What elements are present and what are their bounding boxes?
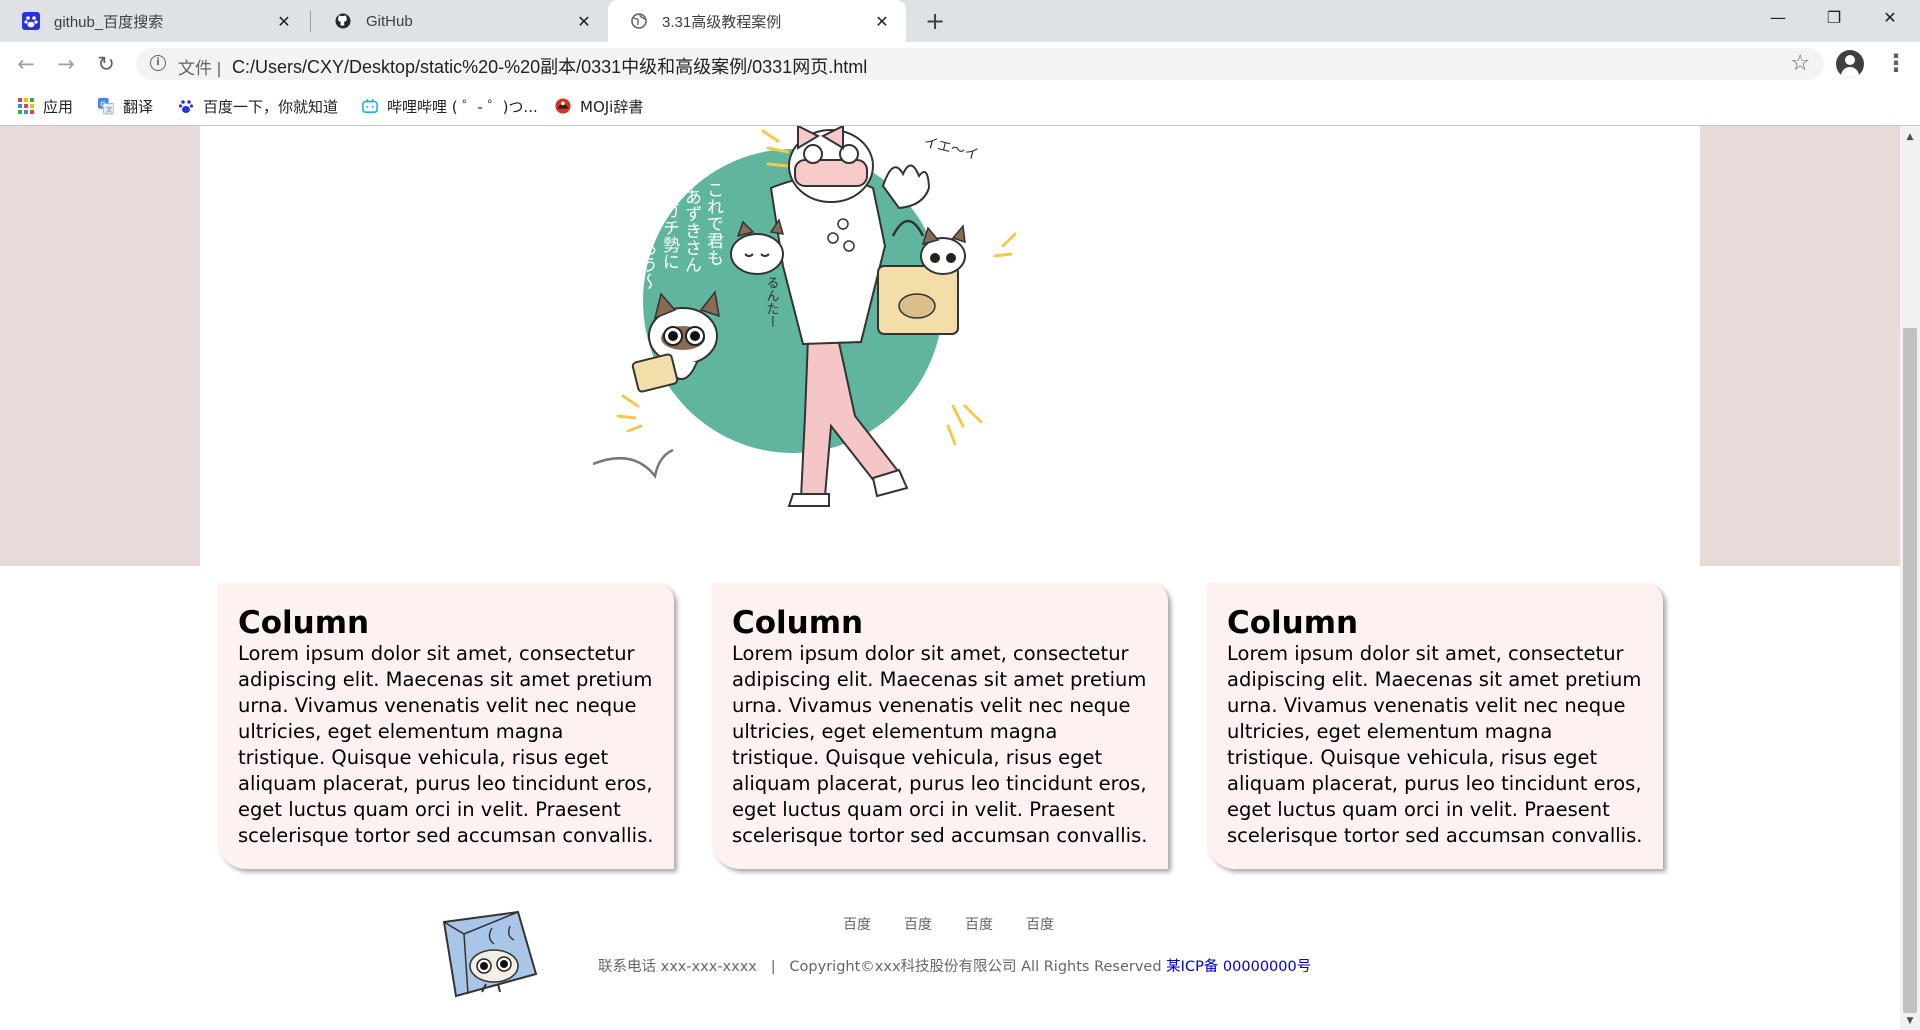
hero-jp-line-3: ガチ勢に bbox=[659, 202, 680, 270]
bookmark-label: 哔哩哔哩 ( ゜- ゜)つ... bbox=[387, 97, 538, 116]
footer-link[interactable]: 百度 bbox=[904, 914, 965, 934]
scrollbar-thumb[interactable] bbox=[1903, 328, 1917, 1013]
browser-toolbar: ← → ↻ i 文件 | C:/Users/CXY/Desktop/static… bbox=[0, 42, 1920, 86]
column-card-1: Column Lorem ipsum dolor sit amet, conse… bbox=[218, 583, 674, 869]
column-heading: Column bbox=[1227, 605, 1359, 641]
svg-text:文: 文 bbox=[106, 106, 113, 114]
bookmark-star-icon[interactable]: ☆ bbox=[1790, 51, 1810, 76]
bookmark-moji[interactable]: MOJi辞書 bbox=[555, 94, 643, 118]
moji-icon bbox=[555, 98, 571, 114]
column-heading: Column bbox=[238, 605, 370, 641]
hero-band: これで君も あずきさん ガチ勢に なろう〜 イエ〜イ るんたー bbox=[0, 126, 1900, 566]
address-scheme: 文件 | bbox=[178, 59, 222, 78]
minimize-button[interactable]: — bbox=[1750, 0, 1806, 36]
footer-link[interactable]: 百度 bbox=[965, 914, 1026, 934]
reload-icon[interactable]: ↻ bbox=[90, 48, 122, 80]
restore-button[interactable]: ❐ bbox=[1806, 0, 1862, 36]
tab-active-page[interactable]: 3.31高级教程案例 ✕ bbox=[608, 0, 906, 42]
bookmark-label: 百度一下，你就知道 bbox=[203, 97, 339, 116]
bookmark-label: 翻译 bbox=[123, 97, 154, 116]
tab-divider bbox=[310, 10, 311, 32]
close-icon[interactable]: ✕ bbox=[274, 12, 294, 31]
footer-copyright: Copyright©xxx科技股份有限公司 All Rights Reserve… bbox=[789, 959, 1162, 975]
hero-jp-line-4: なろう〜 bbox=[637, 222, 657, 290]
address-url[interactable]: C:/Users/CXY/Desktop/static%20-%20副本/033… bbox=[232, 53, 867, 79]
github-icon bbox=[334, 12, 352, 30]
bookmark-apps[interactable]: 应用 bbox=[18, 94, 73, 118]
bilibili-tv-icon bbox=[362, 98, 378, 114]
hero-jp-line-1: これで君も bbox=[703, 181, 724, 266]
footer-link[interactable]: 百度 bbox=[1026, 914, 1087, 934]
apps-grid-icon bbox=[18, 98, 34, 114]
hero-shout-text: イエ〜イ bbox=[922, 134, 980, 163]
globe-icon bbox=[630, 12, 648, 30]
column-card-2: Column Lorem ipsum dolor sit amet, conse… bbox=[712, 583, 1168, 869]
girl-with-cats-illustration: これで君も あずきさん ガチ勢に なろう〜 イエ〜イ るんたー bbox=[593, 126, 1017, 507]
footer-divider: | bbox=[770, 959, 776, 975]
bookmark-bilibili[interactable]: 哔哩哔哩 ( ゜- ゜)つ... bbox=[362, 94, 538, 118]
tab-title: 3.31高级教程案例 bbox=[662, 13, 782, 31]
address-bar[interactable]: i 文件 | C:/Users/CXY/Desktop/static%20-%2… bbox=[136, 48, 1824, 80]
bookmark-label: 应用 bbox=[43, 97, 74, 116]
info-icon[interactable]: i bbox=[150, 55, 166, 71]
column-heading: Column bbox=[732, 605, 864, 641]
new-tab-button[interactable]: + bbox=[920, 6, 950, 36]
footer-cat-in-bag-logo bbox=[442, 910, 538, 998]
web-page: これで君も あずきさん ガチ勢に なろう〜 イエ〜イ るんたー Column L… bbox=[0, 126, 1900, 1030]
window-close-button[interactable]: ✕ bbox=[1862, 0, 1918, 36]
bookmark-label: MOJi辞書 bbox=[580, 97, 644, 116]
hero-panel: これで君も あずきさん ガチ勢に なろう〜 イエ〜イ るんたー bbox=[200, 126, 1700, 566]
back-arrow-icon[interactable]: ← bbox=[10, 48, 42, 80]
tab-strip: github_百度搜索 ✕ GitHub ✕ 3.31高级教程案例 ✕ + — … bbox=[0, 0, 1920, 42]
tab-title: GitHub bbox=[366, 12, 413, 30]
footer-link[interactable]: 百度 bbox=[843, 914, 904, 934]
footer-links: 百度 百度 百度 百度 bbox=[843, 914, 1087, 934]
hero-side-text: るんたー bbox=[764, 276, 779, 328]
translate-icon: G文 bbox=[98, 98, 114, 115]
footer-icp-link[interactable]: 某ICP备 00000000号 bbox=[1166, 959, 1311, 975]
footer-info: 联系电话 xxx-xxx-xxxx | Copyright©xxx科技股份有限公… bbox=[598, 955, 1311, 976]
column-body: Lorem ipsum dolor sit amet, consectetur … bbox=[1227, 642, 1643, 847]
close-icon[interactable]: ✕ bbox=[574, 12, 594, 31]
profile-avatar-icon[interactable] bbox=[1836, 50, 1864, 78]
column-body: Lorem ipsum dolor sit amet, consectetur … bbox=[732, 642, 1148, 847]
bookmarks-bar: 应用 G文 翻译 百度一下，你就知道 哔哩哔哩 ( ゜- ゜)つ... MOJi… bbox=[0, 86, 1920, 126]
column-card-3: Column Lorem ipsum dolor sit amet, conse… bbox=[1207, 583, 1663, 869]
tab-title: github_百度搜索 bbox=[54, 13, 164, 31]
page-scrollbar[interactable]: ▲ ▼ bbox=[1900, 126, 1920, 1030]
tab-baidu-search[interactable]: github_百度搜索 ✕ bbox=[0, 0, 308, 42]
hero-jp-line-2: あずきさん bbox=[681, 188, 701, 273]
kebab-menu-icon[interactable]: ⋮ bbox=[1884, 48, 1908, 80]
forward-arrow-icon[interactable]: → bbox=[50, 48, 82, 80]
column-body: Lorem ipsum dolor sit amet, consectetur … bbox=[238, 642, 654, 847]
tab-github[interactable]: GitHub ✕ bbox=[312, 0, 608, 42]
scroll-down-arrow-icon[interactable]: ▼ bbox=[1900, 1016, 1920, 1026]
bookmark-baidu[interactable]: 百度一下，你就知道 bbox=[178, 94, 338, 118]
baidu-paw-icon bbox=[22, 12, 40, 30]
close-icon[interactable]: ✕ bbox=[872, 12, 892, 31]
baidu-paw-icon bbox=[178, 98, 194, 114]
bookmark-translate[interactable]: G文 翻译 bbox=[98, 94, 153, 118]
footer-phone: 联系电话 xxx-xxx-xxxx bbox=[598, 959, 757, 975]
scroll-up-arrow-icon[interactable]: ▲ bbox=[1900, 132, 1920, 142]
